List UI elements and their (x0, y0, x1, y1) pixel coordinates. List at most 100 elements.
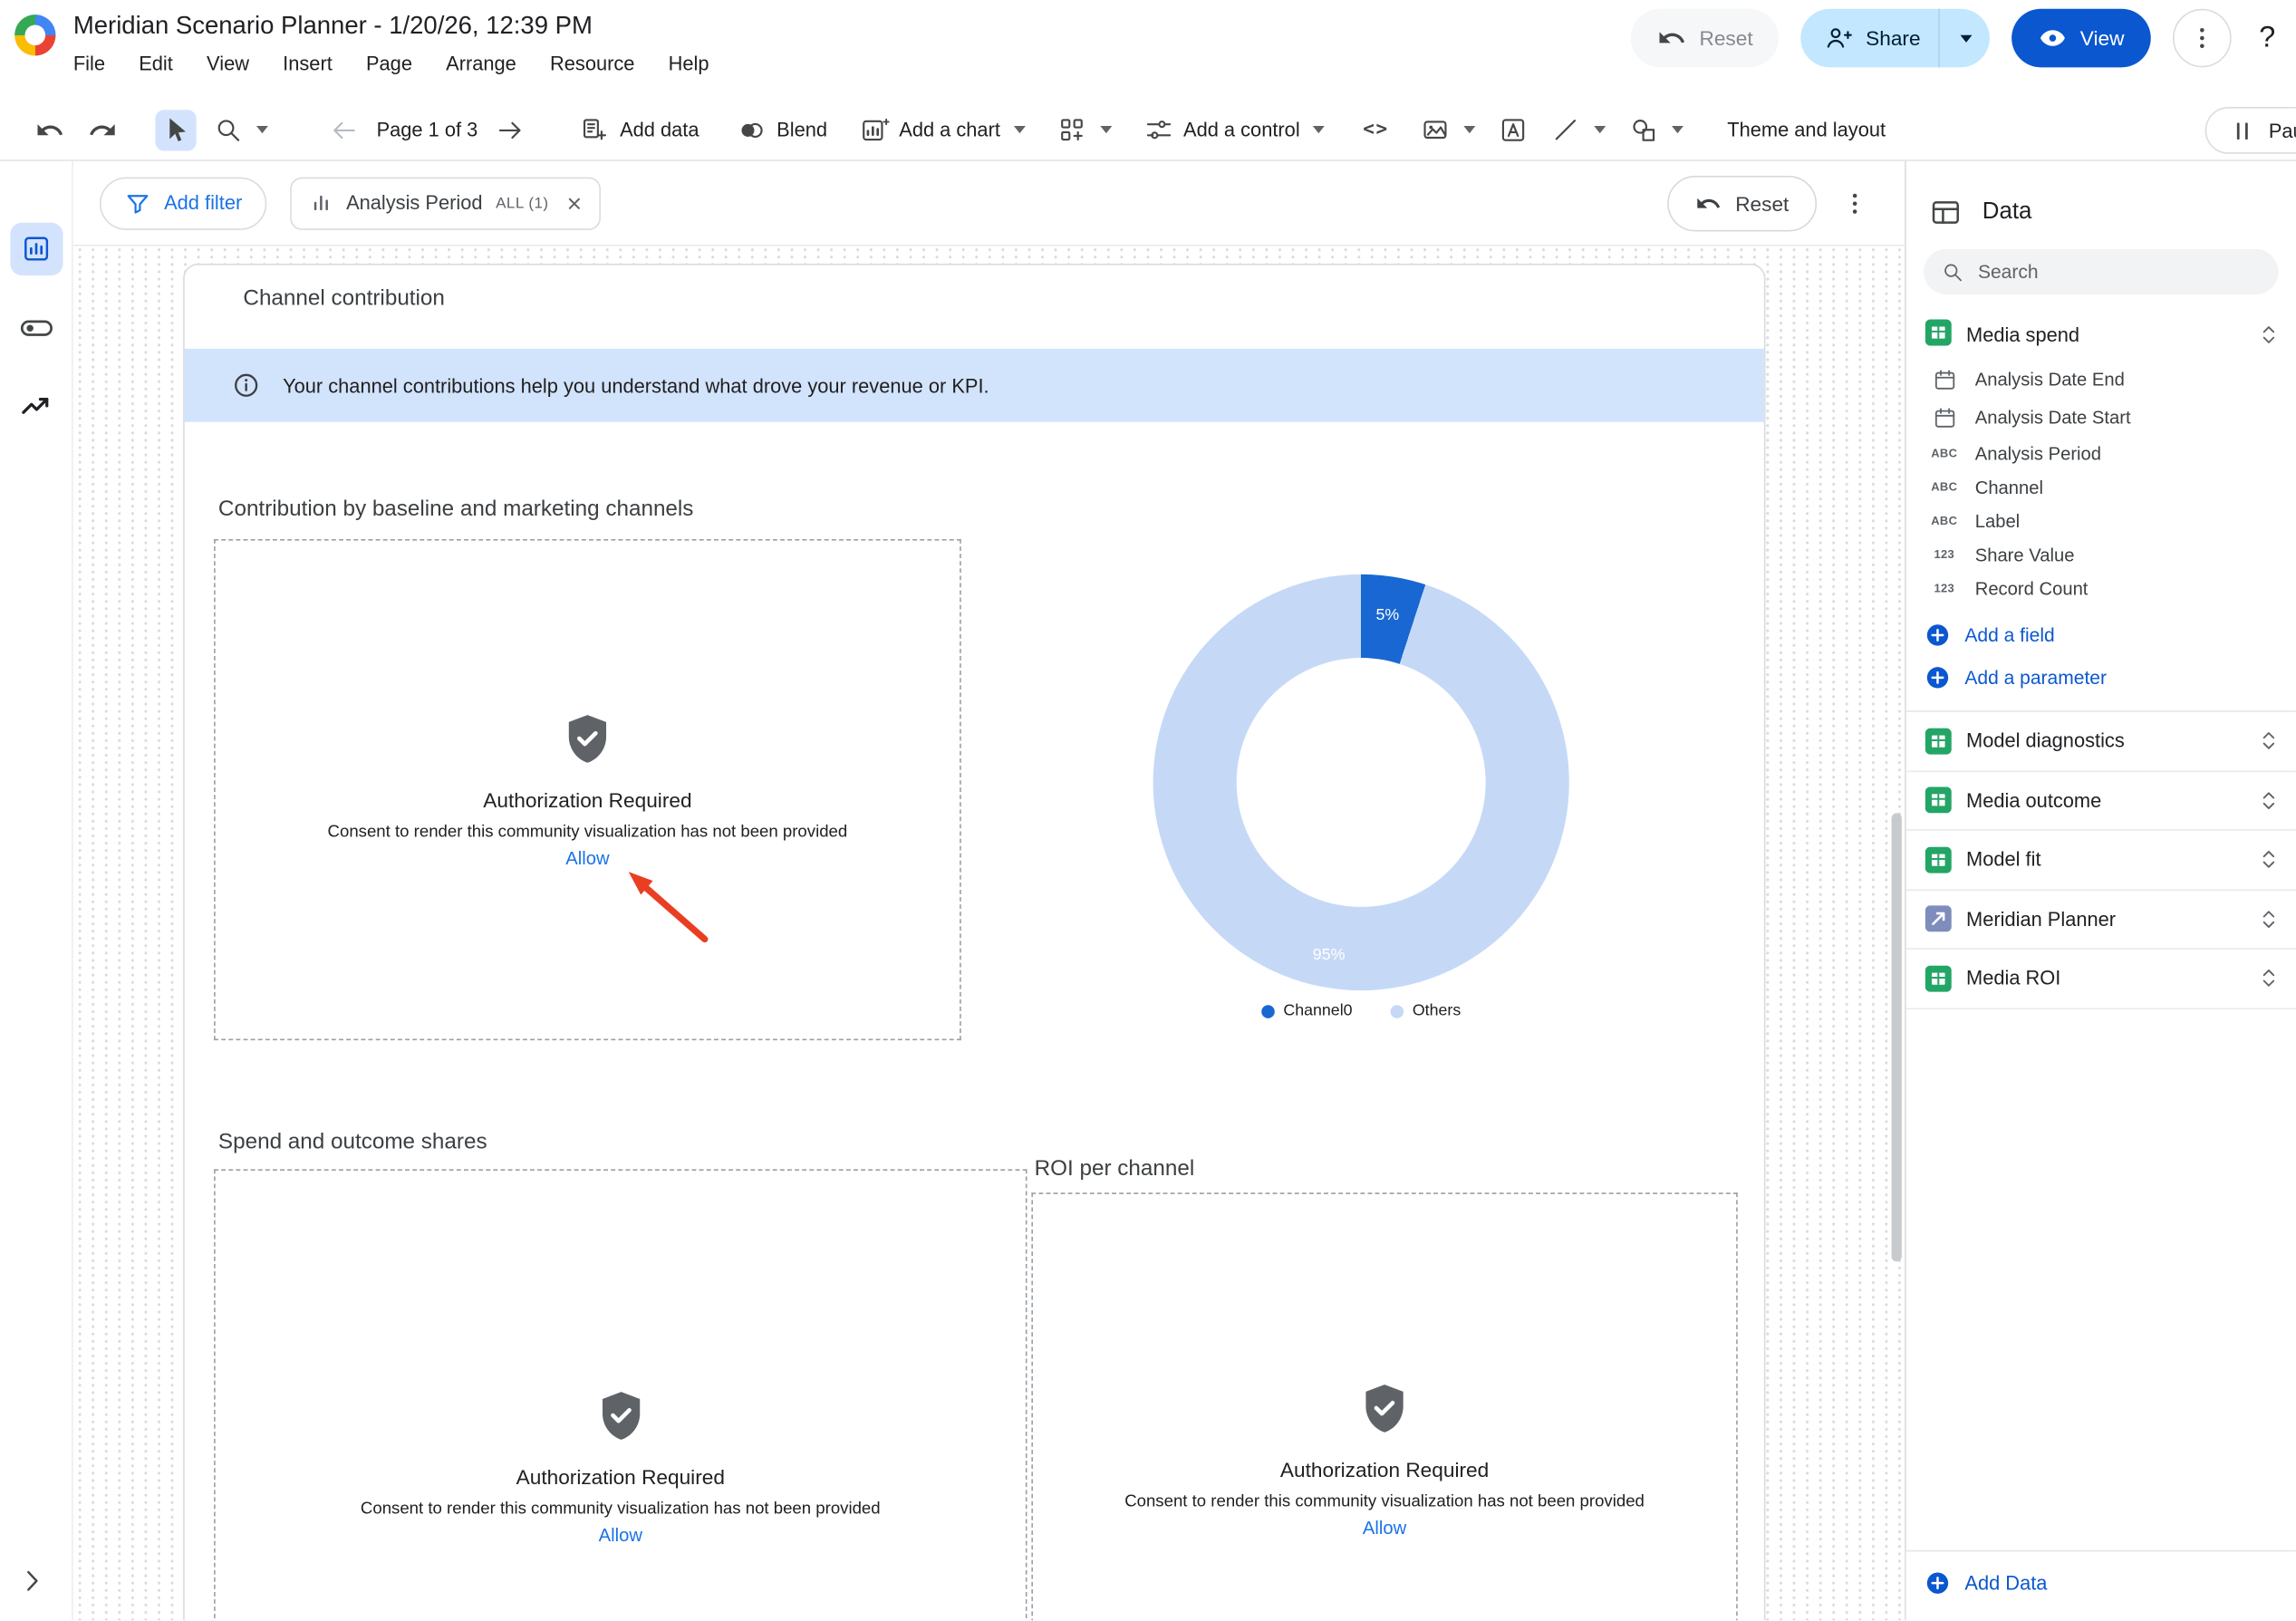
canvas-scrollbar[interactable] (1892, 813, 1902, 1261)
chart3-title: ROI per channel (1035, 1156, 1195, 1181)
menu-help[interactable]: Help (669, 53, 709, 74)
field-share-value[interactable]: 123Share Value (1906, 537, 2296, 571)
source-media-outcome[interactable]: Media outcome (1906, 771, 2296, 830)
magnifier-icon (214, 115, 243, 144)
menu-resource[interactable]: Resource (550, 53, 634, 74)
zoom-tool-button[interactable] (202, 99, 280, 160)
auth-required-title: Authorization Required (516, 1464, 725, 1488)
community-visualizations-button[interactable] (1046, 99, 1124, 160)
add-filter-button[interactable]: Add filter (100, 177, 267, 229)
add-parameter-label: Add a parameter (1964, 667, 2107, 689)
legend-item-channel0: Channel0 (1261, 1002, 1352, 1019)
expand-icon[interactable] (2259, 788, 2278, 813)
allow-link[interactable]: Allow (599, 1524, 642, 1545)
reset-button[interactable]: Reset (1630, 9, 1779, 68)
chevron-down-icon (1672, 126, 1683, 133)
field-analysis-date-start[interactable]: Analysis Date Start (1906, 399, 2296, 437)
analysis-period-filter-chip[interactable]: Analysis Period ALL (1) (291, 177, 602, 229)
undo-icon (1696, 189, 1722, 216)
report-canvas[interactable]: Channel contribution Your channel contri… (73, 246, 1905, 1621)
line-tool-button[interactable] (1539, 99, 1617, 160)
filter-reset-button[interactable]: Reset (1668, 175, 1817, 230)
share-dropdown-button[interactable] (1938, 9, 1990, 68)
menu-page[interactable]: Page (366, 53, 412, 74)
rail-controls-tab[interactable] (18, 311, 53, 346)
menu-file[interactable]: File (73, 53, 105, 74)
add-control-button[interactable]: Add a control (1132, 99, 1336, 160)
page-indicator[interactable]: Page 1 of 3 (371, 119, 484, 140)
more-options-button[interactable] (2173, 9, 2232, 68)
undo-icon (1657, 24, 1686, 53)
expand-icon[interactable] (2259, 728, 2278, 753)
sheet-icon (1925, 787, 1952, 814)
chevron-right-icon (19, 1568, 45, 1594)
undo-button[interactable] (24, 99, 76, 160)
menu-arrange[interactable]: Arrange (446, 53, 516, 74)
add-parameter-button[interactable]: Add a parameter (1906, 656, 2296, 699)
source-model-diagnostics[interactable]: Model diagnostics (1906, 712, 2296, 771)
allow-link[interactable]: Allow (565, 847, 609, 868)
add-data-button[interactable]: Add data (568, 99, 710, 160)
rail-expand-button[interactable] (19, 1568, 45, 1594)
sliders-icon (1143, 115, 1172, 144)
cursor-icon (161, 115, 190, 144)
menu-view[interactable]: View (207, 53, 249, 74)
sheet-icon (1925, 728, 1952, 754)
text-tool-button[interactable] (1487, 99, 1539, 160)
help-icon[interactable]: ? (2253, 21, 2282, 54)
add-data-button-bottom[interactable]: Add Data (1906, 1550, 2296, 1621)
collapse-icon[interactable] (2259, 323, 2278, 347)
source-model-fit[interactable]: Model fit (1906, 831, 2296, 890)
header-actions: Reset Share (1630, 0, 2281, 67)
pause-icon (2231, 118, 2255, 142)
expand-icon[interactable] (2259, 966, 2278, 990)
number-type-icon: 123 (1928, 548, 1961, 562)
add-control-label: Add a control (1183, 119, 1300, 140)
field-analysis-period[interactable]: ABCAnalysis Period (1906, 437, 2296, 470)
person-add-icon (1825, 24, 1854, 53)
source-meridian-planner[interactable]: Meridian Planner (1906, 890, 2296, 949)
blend-button[interactable]: Blend (726, 99, 839, 160)
menubar: File Edit View Insert Page Arrange Resource Hel… (73, 53, 709, 74)
allow-link[interactable]: Allow (1363, 1517, 1406, 1538)
menu-edit[interactable]: Edit (139, 53, 173, 74)
field-channel[interactable]: ABCChannel (1906, 470, 2296, 504)
embed-button[interactable]: <> (1351, 99, 1400, 160)
image-tool-button[interactable] (1409, 99, 1487, 160)
arrow-left-icon (330, 115, 359, 144)
number-type-icon: 123 (1928, 582, 1961, 595)
donut-chart[interactable]: 5% 95% (1153, 574, 1569, 990)
text-type-icon: ABC (1928, 480, 1961, 494)
field-analysis-date-end[interactable]: Analysis Date End (1906, 361, 2296, 399)
expand-icon[interactable] (2259, 847, 2278, 872)
next-page-button[interactable] (484, 99, 536, 160)
looker-studio-logo (14, 14, 55, 55)
pause-updates-button[interactable]: Pause u (2205, 107, 2296, 154)
previous-page-button[interactable] (318, 99, 371, 160)
add-field-button[interactable]: Add a field (1906, 614, 2296, 657)
add-chart-button[interactable]: Add a chart (848, 99, 1037, 160)
rail-report-tab[interactable] (10, 223, 63, 275)
shape-tool-button[interactable] (1617, 99, 1695, 160)
select-tool-button[interactable] (155, 109, 196, 150)
document-title[interactable]: Meridian Scenario Planner - 1/20/26, 12:… (73, 0, 709, 41)
share-button[interactable]: Share (1801, 9, 1938, 68)
slice-label-others: 95% (1303, 947, 1355, 964)
theme-layout-button[interactable]: Theme and layout (1727, 119, 1886, 140)
field-label[interactable]: ABCLabel (1906, 504, 2296, 537)
filter-bar: Add filter Analysis Period ALL (1) Reset (73, 161, 1905, 246)
close-icon[interactable] (564, 193, 585, 214)
field-record-count[interactable]: 123Record Count (1906, 572, 2296, 605)
auth-required-title: Authorization Required (483, 787, 691, 811)
primary-source-row[interactable]: Media spend (1906, 309, 2296, 361)
menu-insert[interactable]: Insert (283, 53, 333, 74)
source-media-roi[interactable]: Media ROI (1906, 950, 2296, 1008)
source-label: Media ROI (1966, 968, 2060, 989)
expand-icon[interactable] (2259, 907, 2278, 931)
search-input[interactable] (1978, 261, 2261, 283)
source-label: Model fit (1966, 849, 2041, 871)
rail-insights-tab[interactable] (18, 389, 53, 424)
kebab-menu-icon[interactable] (1840, 188, 1869, 217)
redo-button[interactable] (76, 99, 129, 160)
view-button[interactable]: View (2011, 9, 2151, 68)
